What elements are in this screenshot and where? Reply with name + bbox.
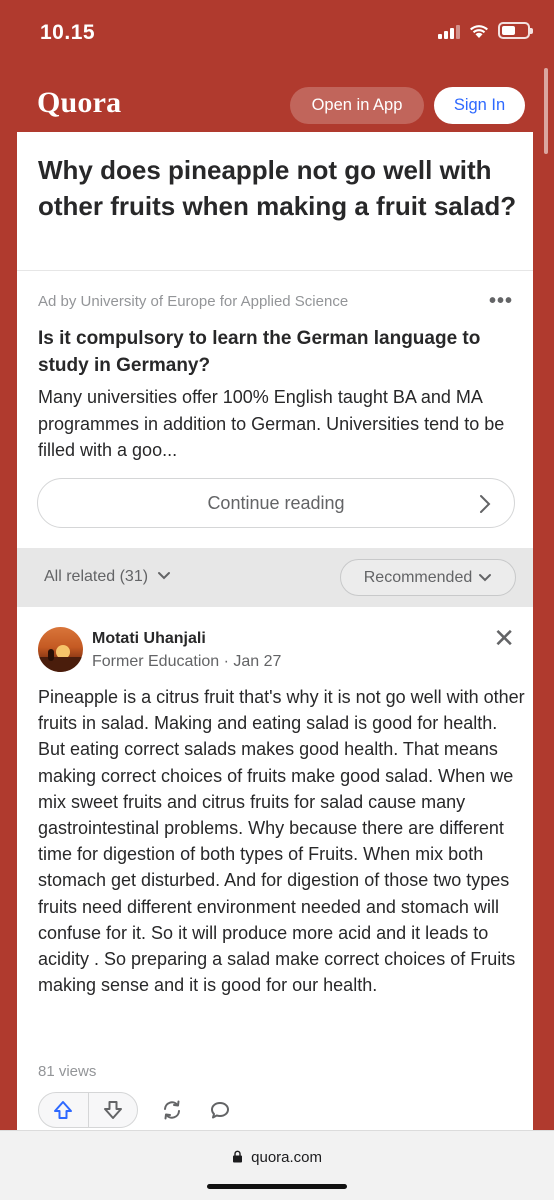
open-in-app-button[interactable]: Open in App bbox=[290, 87, 424, 124]
upvote-button[interactable] bbox=[39, 1093, 89, 1127]
chevron-right-icon bbox=[480, 495, 491, 513]
home-indicator[interactable] bbox=[207, 1184, 347, 1189]
battery-icon bbox=[498, 22, 533, 39]
quora-logo[interactable]: Quora bbox=[37, 86, 121, 120]
upvote-icon bbox=[54, 1101, 73, 1119]
browser-url-bar[interactable]: quora.com bbox=[0, 1130, 554, 1200]
author-credential[interactable]: Former Education · Jan 27 bbox=[92, 653, 281, 671]
continue-reading-label: Continue reading bbox=[207, 492, 345, 513]
author-name[interactable]: Motati Uhanjali bbox=[92, 630, 206, 648]
chevron-down-icon bbox=[157, 572, 170, 580]
comment-icon bbox=[211, 1102, 229, 1119]
site-header: Quora Open in App Sign In bbox=[0, 80, 554, 130]
ad-title[interactable]: Is it compulsory to learn the German lan… bbox=[38, 325, 518, 379]
question-title[interactable]: Why does pineapple not go well with othe… bbox=[38, 152, 518, 224]
sort-label: Recommended bbox=[363, 568, 473, 586]
answer-actions bbox=[38, 1092, 240, 1128]
status-icons bbox=[438, 22, 533, 39]
ad-text: Many universities offer 100% English tau… bbox=[38, 387, 505, 460]
close-icon[interactable]: ✕ bbox=[493, 625, 515, 651]
share-button[interactable] bbox=[152, 1092, 192, 1128]
continue-reading-button[interactable]: Continue reading bbox=[37, 478, 515, 528]
sort-dropdown[interactable]: Recommended bbox=[340, 559, 516, 596]
ad-by-line[interactable]: Ad by University of Europe for Applied S… bbox=[38, 293, 348, 310]
answer-text: Pineapple is a citrus fruit that's why i… bbox=[38, 687, 525, 996]
comment-button[interactable] bbox=[200, 1092, 240, 1128]
vote-control bbox=[38, 1092, 138, 1128]
related-bar: All related (31) Recommended bbox=[17, 548, 533, 607]
status-time: 10.15 bbox=[40, 21, 96, 44]
avatar[interactable] bbox=[38, 627, 83, 672]
wifi-icon bbox=[470, 24, 488, 38]
question-card: Why does pineapple not go well with othe… bbox=[17, 132, 533, 271]
sign-in-button[interactable]: Sign In bbox=[434, 87, 525, 124]
answer-card: Motati Uhanjali Former Education · Jan 2… bbox=[17, 607, 533, 1130]
chevron-down-icon bbox=[479, 573, 492, 581]
downvote-button[interactable] bbox=[89, 1093, 138, 1127]
url-text: quora.com bbox=[251, 1149, 323, 1166]
share-icon bbox=[164, 1100, 180, 1120]
url-display[interactable]: quora.com bbox=[0, 1149, 554, 1166]
status-bar: 10.15 bbox=[0, 0, 554, 66]
view-count: 81 views bbox=[38, 1063, 97, 1080]
all-related-dropdown[interactable]: All related (31) bbox=[44, 568, 171, 586]
ad-card: Ad by University of Europe for Applied S… bbox=[17, 271, 533, 548]
all-related-label: All related (31) bbox=[44, 568, 149, 585]
signal-icon bbox=[438, 23, 460, 39]
downvote-icon bbox=[103, 1101, 122, 1119]
more-options-icon[interactable]: ••• bbox=[489, 291, 513, 311]
lock-icon bbox=[232, 1150, 242, 1163]
